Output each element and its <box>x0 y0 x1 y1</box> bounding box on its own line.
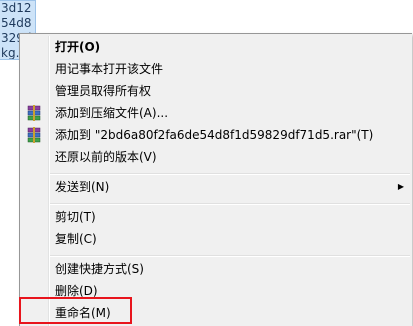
menu-item-label: 添加到压缩文件(A)... <box>55 106 169 120</box>
menu-item-cut[interactable]: 剪切(T) <box>22 206 410 228</box>
menu-item-copy[interactable]: 复制(C) <box>22 228 410 250</box>
menu-item-add-to-named-rar[interactable]: 添加到 "2bd6a80f2fa6de54d8f1d59829df71d5.ra… <box>22 124 410 146</box>
menu-item-open-with-notepad[interactable]: 用记事本打开该文件 <box>22 58 410 80</box>
winrar-icon <box>27 105 41 121</box>
menu-item-take-ownership[interactable]: 管理员取得所有权 <box>22 80 410 102</box>
menu-item-label: 创建快捷方式(S) <box>55 262 144 276</box>
submenu-arrow-icon: ▶ <box>397 182 404 191</box>
menu-item-rename[interactable]: 重命名(M) <box>22 302 410 324</box>
menu-item-open[interactable]: 打开(O) <box>22 36 410 58</box>
file-label-line-2: 54d8 <box>1 16 32 30</box>
menu-item-label: 删除(D) <box>55 284 98 298</box>
menu-item-restore-previous-versions[interactable]: 还原以前的版本(V) <box>22 146 410 168</box>
menu-item-delete[interactable]: 删除(D) <box>22 280 410 302</box>
menu-item-label: 发送到(N) <box>55 180 110 194</box>
menu-item-create-shortcut[interactable]: 创建快捷方式(S) <box>22 258 410 280</box>
menu-separator <box>50 255 410 257</box>
menu-item-label: 添加到 "2bd6a80f2fa6de54d8f1d59829df71d5.ra… <box>55 128 374 142</box>
menu-item-add-to-archive[interactable]: 添加到压缩文件(A)... <box>22 102 410 124</box>
file-label-line-1: 3d12 <box>1 1 32 15</box>
menu-item-label: 复制(C) <box>55 232 97 246</box>
menu-item-send-to[interactable]: 发送到(N) ▶ <box>22 176 410 198</box>
menu-item-label: 用记事本打开该文件 <box>55 62 164 76</box>
menu-item-label: 还原以前的版本(V) <box>55 150 157 164</box>
context-menu: 打开(O) 用记事本打开该文件 管理员取得所有权 添加到压缩文件(A)... 添… <box>19 33 412 326</box>
menu-separator <box>50 203 410 205</box>
menu-item-label: 重命名(M) <box>55 306 111 320</box>
menu-item-label: 打开(O) <box>55 40 101 54</box>
menu-item-label: 管理员取得所有权 <box>55 84 152 98</box>
winrar-icon <box>27 127 41 143</box>
menu-separator <box>50 173 410 175</box>
menu-item-label: 剪切(T) <box>55 210 96 224</box>
